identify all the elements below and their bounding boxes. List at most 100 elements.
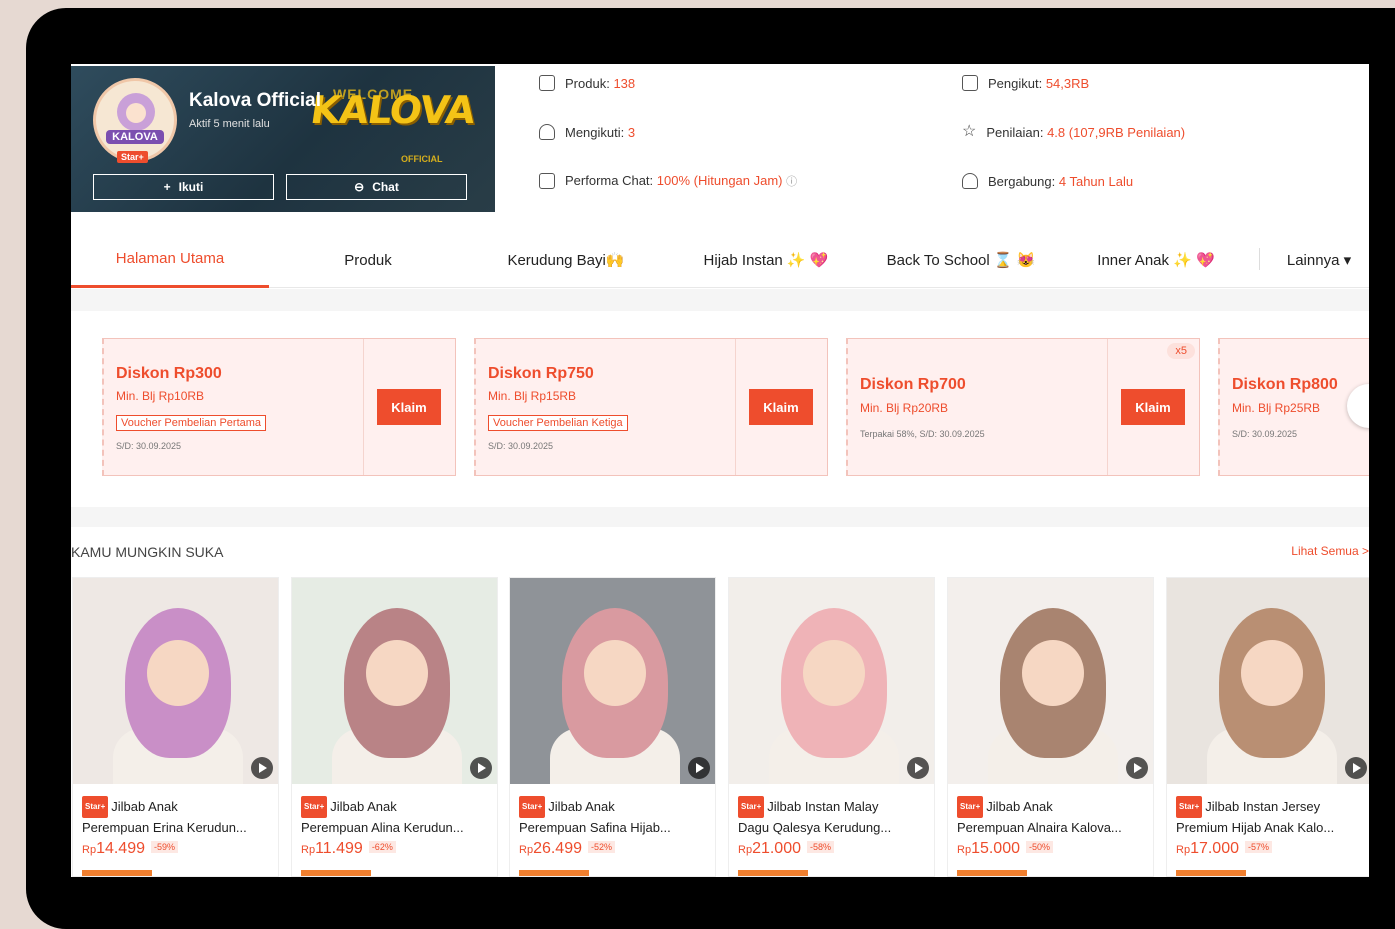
price-value: 26.499 <box>533 840 582 857</box>
voucher-min-spend: Min. Blj Rp20RB <box>860 401 949 415</box>
image-shape <box>1022 640 1084 706</box>
currency-label: Rp <box>519 844 534 856</box>
voucher-title: Diskon Rp800 <box>1232 376 1338 393</box>
tab-halaman-utama[interactable]: Halaman Utama <box>71 232 269 288</box>
product-name-line1: Jilbab Instan Malay <box>767 799 879 814</box>
product-name-line1: Jilbab Anak <box>330 799 397 814</box>
play-video-icon[interactable] <box>907 757 929 779</box>
divider-band <box>71 507 1369 527</box>
tab-produk[interactable]: Produk <box>301 232 435 288</box>
banner-official-text: OFFICIAL <box>401 154 443 164</box>
stat-label: Penilaian: <box>986 124 1044 140</box>
product-card[interactable]: Star+ Jilbab Instan Malay Dagu Qalesya Ke… <box>728 577 935 877</box>
image-shape <box>147 640 209 706</box>
voucher-title: Diskon Rp700 <box>860 376 966 393</box>
claim-button[interactable]: Klaim <box>377 389 441 425</box>
product-name-line2: Perempuan Alnaira Kalova... <box>957 820 1122 835</box>
stat-label: Pengikut: <box>988 75 1043 91</box>
price-value: 17.000 <box>1190 840 1239 857</box>
voucher-card: Diskon Rp300 Min. Blj Rp10RB Voucher Pem… <box>102 338 456 476</box>
product-price: Rp15.000 -50% <box>957 840 1054 858</box>
person-icon <box>539 124 555 140</box>
play-video-icon[interactable] <box>251 757 273 779</box>
star-plus-badge: Star+ <box>957 796 984 818</box>
stat-value: 3 <box>627 124 636 140</box>
product-price: Rp14.499 -59% <box>82 840 179 858</box>
stat-chat-performance: Performa Chat: 100% (Hitungan Jam) ⓘ <box>539 173 797 189</box>
tab-hijab-instan[interactable]: Hijab Instan ✨ 💖 <box>681 232 851 288</box>
shop-avatar[interactable]: KALOVA <box>93 78 177 162</box>
voucher-tag: Voucher Pembelian Ketiga <box>488 415 628 431</box>
play-video-icon[interactable] <box>688 757 710 779</box>
product-image[interactable] <box>948 578 1153 784</box>
shop-name: Kalova Official <box>189 90 321 111</box>
voucher-min-spend: Min. Blj Rp25RB <box>1232 401 1321 415</box>
product-name: Star+ Jilbab Instan Malay Dagu Qalesya Ke… <box>738 796 930 838</box>
star-icon: ☆ <box>962 123 977 140</box>
play-video-icon[interactable] <box>470 757 492 779</box>
image-shape <box>366 640 428 706</box>
product-price: Rp11.499 -62% <box>301 840 396 858</box>
follow-button[interactable]: + Ikuti <box>93 174 274 200</box>
stat-joined: Bergabung: 4 Tahun Lalu <box>962 173 1133 189</box>
product-image[interactable] <box>73 578 278 784</box>
stat-value: 4 Tahun Lalu <box>1058 173 1134 189</box>
discount-badge: -52% <box>588 841 616 853</box>
discount-badge: -62% <box>368 841 396 853</box>
product-price: Rp21.000 -58% <box>738 840 835 858</box>
play-video-icon[interactable] <box>1345 757 1367 779</box>
promo-chip <box>738 870 808 876</box>
currency-label: Rp <box>738 844 753 856</box>
price-value: 15.000 <box>971 840 1020 857</box>
stat-label: Produk: <box>565 75 610 91</box>
product-card[interactable]: Star+ Jilbab Anak Perempuan Safina Hijab.… <box>509 577 716 877</box>
divider-band <box>71 289 1369 311</box>
claim-button[interactable]: Klaim <box>1121 389 1185 425</box>
star-plus-badge: Star+ <box>301 796 328 818</box>
stat-label: Mengikuti: <box>565 124 625 140</box>
product-name-line1: Jilbab Anak <box>111 799 178 814</box>
product-card[interactable]: Star+ Jilbab Anak Perempuan Alnaira Kalov… <box>947 577 1154 877</box>
play-video-icon[interactable] <box>1126 757 1148 779</box>
product-image[interactable] <box>510 578 715 784</box>
plus-icon: + <box>163 180 171 194</box>
banner-brand-text: KALOVA <box>307 88 478 132</box>
product-price: Rp17.000 -57% <box>1176 840 1273 858</box>
chat-icon <box>539 173 555 189</box>
discount-badge: -58% <box>807 841 835 853</box>
product-card[interactable]: Star+ Jilbab Instan Jersey Premium Hijab … <box>1166 577 1369 877</box>
voucher-card: x5 Diskon Rp700 Min. Blj Rp20RB Terpakai… <box>846 338 1200 476</box>
product-image[interactable] <box>1167 578 1369 784</box>
claim-button[interactable]: Klaim <box>749 389 813 425</box>
shop-tabs: Halaman Utama Produk Kerudung Bayi🙌 Hija… <box>71 232 1369 288</box>
product-card[interactable]: Star+ Jilbab Anak Perempuan Erina Kerudun… <box>72 577 279 877</box>
chat-button[interactable]: ⊖ Chat <box>286 174 467 200</box>
price-value: 14.499 <box>96 840 145 857</box>
star-plus-badge: Star+ <box>738 796 765 818</box>
tab-inner-anak[interactable]: Inner Anak ✨ 💖 <box>1086 232 1226 288</box>
chat-label: Chat <box>372 180 399 194</box>
product-price: Rp26.499 -52% <box>519 840 616 858</box>
product-image[interactable] <box>729 578 934 784</box>
voucher-date: S/D: 30.09.2025 <box>1232 429 1298 439</box>
tab-kerudung-bayi[interactable]: Kerudung Bayi🙌 <box>481 232 651 288</box>
tab-more-dropdown[interactable]: Lainnya ▾ <box>1269 232 1369 288</box>
product-name-line1: Jilbab Anak <box>986 799 1053 814</box>
product-name-line2: Perempuan Alina Kerudun... <box>301 820 464 835</box>
tab-back-to-school[interactable]: Back To School ⌛ 😻 <box>871 232 1051 288</box>
avatar-character <box>117 93 155 131</box>
stat-value: 138 <box>613 75 636 91</box>
discount-badge: -50% <box>1026 841 1054 853</box>
product-name-line2: Dagu Qalesya Kerudung... <box>738 820 892 835</box>
see-all-link[interactable]: Lihat Semua > <box>1291 544 1369 558</box>
image-shape <box>803 640 865 706</box>
discount-badge: -57% <box>1245 841 1273 853</box>
product-name-line2: Perempuan Erina Kerudun... <box>82 820 247 835</box>
voucher-title: Diskon Rp750 <box>488 365 594 382</box>
product-card[interactable]: Star+ Jilbab Anak Perempuan Alina Kerudun… <box>291 577 498 877</box>
star-plus-badge: Star+ <box>1176 796 1203 818</box>
stat-label: Bergabung: <box>988 173 1056 189</box>
info-icon[interactable]: ⓘ <box>786 176 797 188</box>
product-image[interactable] <box>292 578 497 784</box>
promo-chip <box>301 870 371 876</box>
